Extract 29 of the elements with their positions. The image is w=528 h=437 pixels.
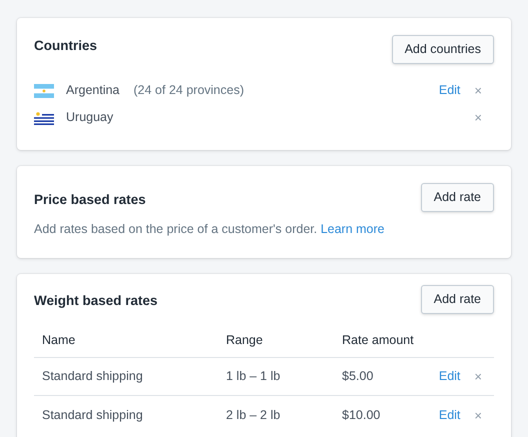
learn-more-link[interactable]: Learn more (320, 222, 385, 236)
edit-link[interactable]: Edit (438, 81, 460, 100)
country-name: Uruguay (66, 109, 114, 126)
column-header: Name (42, 332, 76, 350)
card-title: Price based rates (34, 191, 146, 209)
description-text: Add rates based on the price of a customer's order. Learn more (34, 221, 386, 238)
remove-button[interactable]: × (474, 408, 482, 422)
edit-link[interactable]: Edit (438, 406, 460, 424)
table-cell-text: Standard shipping (42, 406, 144, 424)
table-cell-text: Standard shipping (42, 368, 144, 386)
add-rate-button[interactable]: Add rate (420, 285, 494, 314)
column-header: Rate amount (342, 332, 415, 350)
add-rate-button[interactable]: Add rate (420, 183, 494, 212)
add-countries-button[interactable]: Add countries (392, 35, 494, 64)
card-title: Weight based rates (34, 292, 158, 310)
province-count: (24 of 24 provinces) (134, 82, 244, 100)
remove-button[interactable]: × (474, 111, 482, 124)
table-cell-text: 1 lb – 1 lb (226, 368, 282, 386)
remove-button[interactable]: × (474, 370, 482, 383)
country-name: Argentina (66, 82, 120, 100)
column-header: Range (226, 332, 264, 350)
table-cell-text: $5.00 (342, 368, 374, 386)
flag-icon (34, 84, 54, 98)
table-cell-text: $10.00 (342, 406, 382, 424)
remove-button[interactable]: × (474, 84, 482, 97)
flag-icon (34, 110, 54, 124)
card-title: Countries (34, 37, 98, 55)
edit-link[interactable]: Edit (438, 367, 460, 386)
table-cell-text: 2 lb – 2 lb (226, 406, 282, 424)
